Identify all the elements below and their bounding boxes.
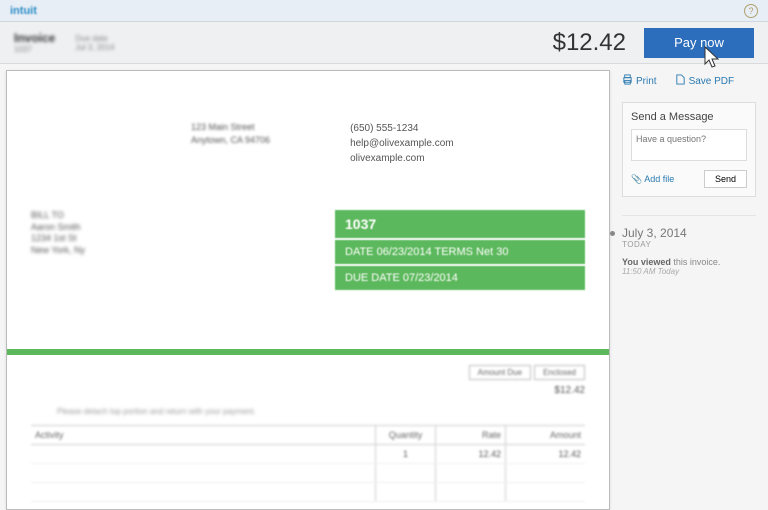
amount-due-box: Amount Due (469, 365, 531, 380)
table-row (31, 464, 585, 483)
invoice-header: Invoice 1037 Due date Jul 3, 2014 $12.42… (0, 22, 768, 64)
detach-note: Please detach top portion and return wit… (57, 407, 457, 416)
col-activity: Activity (31, 426, 375, 444)
bill-to-name: Aaron Smith (31, 222, 201, 234)
amount-due: $12.42 (553, 29, 626, 57)
col-quantity: Quantity (375, 426, 435, 444)
invoice-due-row: DUE DATE 07/23/2014 (335, 266, 585, 290)
message-title: Send a Message (631, 111, 747, 123)
due-date-value: Jul 3, 2014 (75, 43, 114, 52)
send-button[interactable]: Send (704, 170, 747, 188)
invoice-number-box: 1037 (335, 210, 585, 238)
table-row: 1 12.42 12.42 (31, 445, 585, 464)
col-rate: Rate (435, 426, 505, 444)
col-amount: Amount (505, 426, 585, 444)
log-date: July 3, 2014 (622, 226, 756, 240)
paperclip-icon: 📎 (631, 174, 642, 185)
enclosed-box: Enclosed (534, 365, 585, 380)
save-pdf-link[interactable]: Save PDF (675, 74, 735, 88)
invoice-title: Invoice (14, 31, 55, 45)
document-icon (675, 74, 686, 88)
print-link[interactable]: Print (622, 74, 657, 88)
bill-to-addr1: 1234 1st St (31, 233, 201, 245)
green-stripe (7, 349, 609, 355)
message-panel: Send a Message 📎 Add file Send (622, 102, 756, 197)
bill-to-label: BILL TO (31, 210, 201, 222)
brand-logo: intuit (10, 5, 37, 17)
invoice-date-row: DATE 06/23/2014 TERMS Net 30 (335, 240, 585, 264)
help-icon[interactable]: ? (744, 4, 758, 18)
log-entry: You viewed this invoice. 11:50 AM Today (622, 257, 756, 276)
message-input[interactable] (631, 129, 747, 161)
contact-phone: (650) 555-1234 (350, 121, 454, 136)
due-date-label: Due date (75, 34, 114, 43)
log-time: 11:50 AM Today (622, 267, 756, 276)
from-line2: Anytown, CA 94706 (191, 134, 270, 147)
from-line1: 123 Main Street (191, 121, 270, 134)
line-items-table: Activity Quantity Rate Amount 1 12.42 12… (31, 425, 585, 502)
invoice-document: 123 Main Street Anytown, CA 94706 (650) … (6, 70, 610, 510)
contact-email: help@olivexample.com (350, 136, 454, 151)
pay-now-button[interactable]: Pay now (644, 28, 754, 58)
amount-due-value: $12.42 (554, 385, 585, 396)
bill-to-addr2: New York, Ny (31, 245, 201, 257)
timeline-dot-icon (610, 231, 615, 236)
contact-site: olivexample.com (350, 151, 454, 166)
add-file-link[interactable]: 📎 Add file (631, 170, 674, 188)
print-icon (622, 74, 633, 88)
table-row (31, 483, 585, 502)
invoice-number: 1037 (14, 45, 55, 54)
activity-log: July 3, 2014 TODAY You viewed this invoi… (622, 215, 756, 276)
log-today-label: TODAY (622, 240, 756, 249)
